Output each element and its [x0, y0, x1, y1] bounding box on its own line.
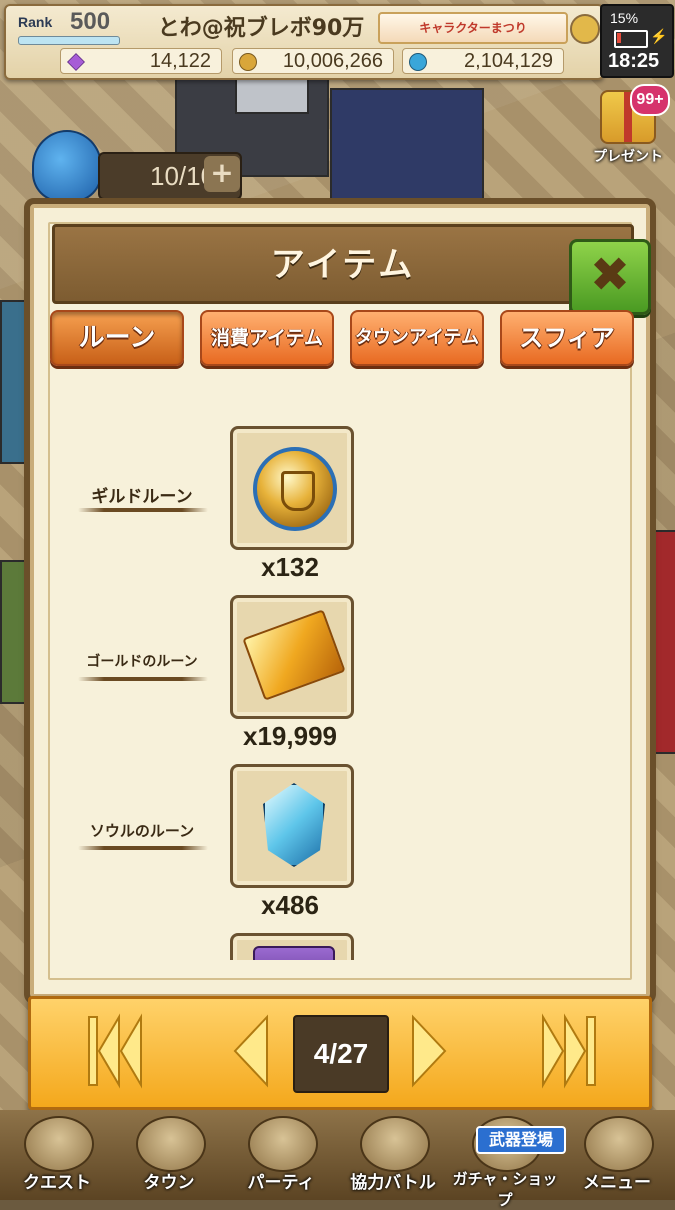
- close-button[interactable]: ✖: [569, 239, 651, 315]
- chevron-left-icon: [233, 1014, 268, 1088]
- item-underline: [78, 846, 208, 850]
- item-count: x486: [261, 890, 319, 920]
- rank-box: Rank 500: [12, 8, 120, 45]
- battery-icon: [614, 30, 648, 48]
- dialog-title: アイテム: [270, 245, 416, 285]
- item-icon-box[interactable]: [230, 426, 354, 550]
- first-page-icon: [88, 1013, 142, 1089]
- present-button[interactable]: 99+ プレゼント: [586, 84, 670, 172]
- present-label: プレゼント: [593, 149, 663, 165]
- add-energy-button[interactable]: +: [204, 156, 240, 192]
- gem-value: 14,122: [149, 50, 211, 72]
- previous-page-button[interactable]: [231, 1013, 271, 1089]
- town-building: [0, 560, 34, 704]
- list-item[interactable]: ギルドルーン x132: [72, 426, 372, 586]
- pagination-bar: 4/27: [28, 996, 652, 1110]
- resource-row: 14,122 10,006,266 2,104,129: [12, 48, 598, 74]
- nav-gacha-shop[interactable]: ガチャ・ショップ: [450, 1110, 560, 1209]
- nav-quest[interactable]: クエスト: [2, 1110, 112, 1200]
- nav-label: パーティ: [247, 1173, 315, 1193]
- rank-progress-bar: [18, 36, 120, 45]
- page-indicator: 4/27: [293, 1015, 389, 1093]
- mascot-bird-icon: [32, 130, 102, 202]
- town-building: [330, 88, 484, 207]
- charging-icon: ⚡: [650, 28, 668, 44]
- tab-consumable-items[interactable]: 消費アイテム: [200, 310, 334, 366]
- item-icon-box[interactable]: [230, 595, 354, 719]
- list-item[interactable]: ソウルのルーン x486: [72, 764, 372, 924]
- item-underline: [78, 677, 208, 681]
- coop-battle-icon: [360, 1116, 430, 1172]
- item-dialog: アイテム ✖ ルーン 消費アイテム タウンアイテム スフィア ギルドルーン x1…: [30, 204, 651, 998]
- last-page-icon: [542, 1013, 596, 1089]
- item-icon-box[interactable]: [230, 933, 354, 960]
- clock: 18:25: [608, 50, 660, 72]
- nav-coop-battle[interactable]: 協力バトル: [338, 1110, 448, 1200]
- purple-rune-icon: [253, 946, 335, 960]
- menu-icon: [584, 1116, 654, 1172]
- rank-value: 500: [70, 8, 111, 35]
- item-underline: [78, 508, 208, 512]
- soul-counter: 2,104,129: [402, 48, 564, 74]
- nav-label: タウン: [143, 1173, 195, 1193]
- party-icon: [248, 1116, 318, 1172]
- tab-town-items[interactable]: タウンアイテム: [350, 310, 484, 366]
- tab-sphere[interactable]: スフィア: [500, 310, 634, 366]
- tab-rune[interactable]: ルーン: [50, 310, 184, 366]
- gem-icon: [67, 53, 85, 71]
- chevron-right-icon: [412, 1014, 447, 1088]
- guild-rune-icon: [253, 447, 337, 531]
- nav-party[interactable]: パーティ: [226, 1110, 336, 1200]
- nav-label: クエスト: [23, 1173, 91, 1193]
- item-label: ゴールドのルーン: [86, 654, 198, 670]
- item-icon-box[interactable]: [230, 764, 354, 888]
- item-label: ギルドルーン: [91, 487, 193, 507]
- close-icon: ✖: [589, 247, 631, 303]
- gold-rune-icon: [242, 609, 346, 701]
- soul-rune-icon: [263, 783, 325, 867]
- present-badge: 99+: [630, 84, 670, 116]
- next-page-button[interactable]: [409, 1013, 449, 1089]
- soul-value: 2,104,129: [464, 50, 553, 72]
- soul-icon: [409, 53, 427, 71]
- item-label: ソウルのルーン: [89, 822, 195, 840]
- list-item[interactable]: ゴールドのルーン x19,999: [72, 595, 372, 755]
- energy-meter: 10/10 +: [32, 120, 246, 204]
- battery-percent: 15%: [610, 10, 639, 26]
- nav-label: メニュー: [583, 1173, 651, 1193]
- rank-label: Rank: [18, 14, 53, 30]
- first-page-button[interactable]: [87, 1013, 143, 1089]
- nav-label: ガチャ・ショップ: [452, 1170, 558, 1209]
- item-count: x19,999: [243, 721, 337, 751]
- gem-counter: 14,122: [60, 48, 222, 74]
- gold-counter: 10,006,266: [232, 48, 394, 74]
- bottom-nav: クエスト タウン パーティ 協力バトル ガチャ・ショップ メニュー: [0, 1110, 675, 1209]
- item-list[interactable]: ギルドルーン x132 ゴールドのルーン x19,999 ソウルのルーン x48…: [52, 408, 632, 960]
- town-icon: [136, 1116, 206, 1172]
- dialog-title-bar: アイテム ✖: [52, 224, 651, 315]
- weapon-banner[interactable]: 武器登場: [476, 1126, 566, 1154]
- nav-town[interactable]: タウン: [114, 1110, 224, 1200]
- edit-icon[interactable]: [570, 14, 600, 44]
- quest-icon: [24, 1116, 94, 1172]
- event-banner[interactable]: キャラクターまつり: [378, 12, 568, 44]
- top-hud: Rank 500 とわ@祝ブレボ90万 キャラクターまつり 14,122 10,…: [4, 4, 604, 80]
- item-count: x132: [261, 552, 319, 582]
- nav-menu[interactable]: メニュー: [562, 1110, 672, 1200]
- list-item[interactable]: [72, 933, 372, 960]
- nav-label: 協力バトル: [350, 1173, 436, 1193]
- gold-coin-icon: [239, 53, 257, 71]
- player-name: とわ@祝ブレボ90万: [157, 16, 365, 41]
- status-panel: 15% ⚡ 18:25: [600, 4, 674, 78]
- gold-value: 10,006,266: [282, 50, 383, 72]
- last-page-button[interactable]: [541, 1013, 597, 1089]
